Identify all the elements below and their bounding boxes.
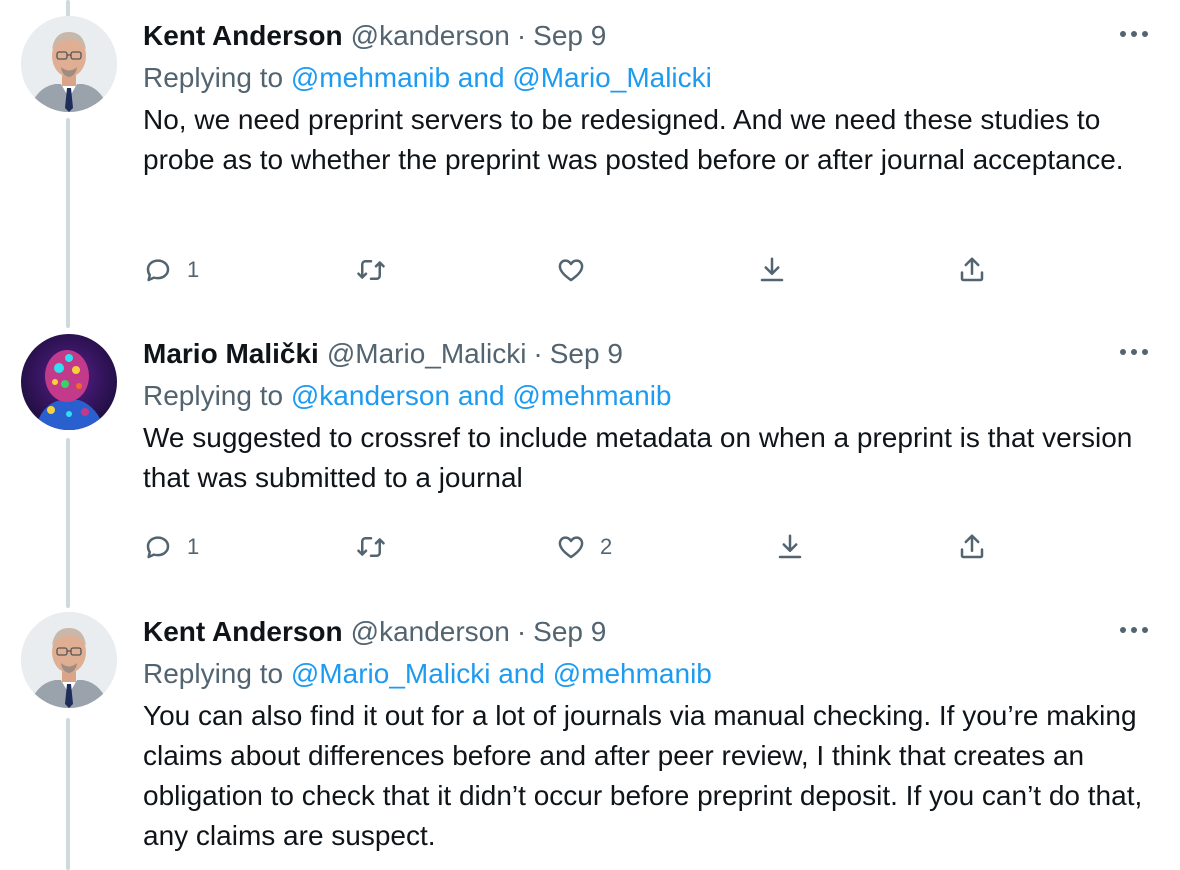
reply-button[interactable]: 1 [143,248,199,292]
more-button[interactable] [1112,14,1156,54]
tweet[interactable]: Kent Anderson @kanderson · Sep 9 Replyin… [0,612,1180,870]
replying-to-link[interactable]: @mehmanib and @Mario_Malicki [291,62,712,93]
download-icon [778,534,802,559]
replying-prefix: Replying to [143,658,284,689]
author-handle[interactable]: @Mario_Malicki [327,338,527,370]
download-icon [760,257,784,282]
tweet-text: You can also find it out for a lot of jo… [143,700,1143,851]
replying-prefix: Replying to [143,62,284,93]
tweet-actions: 1 2 [143,525,1143,569]
author-handle[interactable]: @kanderson [351,20,510,52]
tweet-actions: 1 [143,248,1143,292]
retweet-button[interactable] [356,248,386,292]
reply-count: 1 [187,257,200,282]
separator: · [533,338,543,369]
tweet-date[interactable]: Sep 9 [533,616,606,648]
tweet-text: No, we need preprint servers to be redes… [143,104,1124,175]
replying-to: Replying to @mehmanib and @Mario_Malicki [143,58,1148,98]
replying-to-link[interactable]: @kanderson and @mehmanib [291,380,672,411]
tweet-date[interactable]: Sep 9 [550,338,623,370]
avatar-mario-image [21,334,117,430]
author-name[interactable]: Mario Malički [143,338,319,370]
avatar[interactable] [21,16,117,112]
tweet-header: Kent Anderson @kanderson · Sep 9 [143,612,1148,652]
share-button[interactable] [957,248,987,292]
tweet-text: We suggested to crossref to include meta… [143,422,1133,493]
share-icon [960,534,984,559]
author-name[interactable]: Kent Anderson [143,616,343,648]
like-button[interactable]: 2 [556,525,612,569]
reply-icon [146,536,170,559]
replying-to-link[interactable]: @Mario_Malicki and @mehmanib [291,658,712,689]
separator: · [516,20,527,51]
tweet-date[interactable]: Sep 9 [533,20,606,52]
avatar-kent-image [21,612,117,708]
reply-icon [146,259,170,282]
replying-to: Replying to @Mario_Malicki and @mehmanib [143,654,1148,694]
more-icon [1120,349,1148,355]
author-name[interactable]: Kent Anderson [143,20,343,52]
replying-prefix: Replying to [143,380,284,411]
tweet-header: Kent Anderson @kanderson · Sep 9 [143,16,1148,56]
separator: · [516,616,527,647]
avatar-kent-image [21,16,117,112]
retweet-icon [357,260,385,280]
more-icon [1120,627,1148,633]
retweet-button[interactable] [356,525,386,569]
author-handle[interactable]: @kanderson [351,616,510,648]
more-button[interactable] [1112,610,1156,650]
like-icon [558,259,584,282]
share-button[interactable] [957,525,987,569]
tweet[interactable]: Kent Anderson @kanderson · Sep 9 Replyin… [0,16,1180,306]
avatar[interactable] [21,612,117,708]
download-button[interactable] [775,525,805,569]
reply-count: 1 [187,534,200,559]
tweet[interactable]: Mario Malički @Mario_Malicki · Sep 9 Rep… [0,334,1180,584]
retweet-icon [357,537,385,557]
like-count: 2 [600,534,613,559]
download-button[interactable] [757,248,787,292]
tweet-header: Mario Malički @Mario_Malicki · Sep 9 [143,334,1148,374]
share-icon [960,257,984,282]
like-icon [558,536,584,559]
more-button[interactable] [1112,332,1156,372]
like-button[interactable] [556,248,586,292]
more-icon [1120,31,1148,37]
avatar[interactable] [21,334,117,430]
reply-button[interactable]: 1 [143,525,199,569]
replying-to: Replying to @kanderson and @mehmanib [143,376,1148,416]
